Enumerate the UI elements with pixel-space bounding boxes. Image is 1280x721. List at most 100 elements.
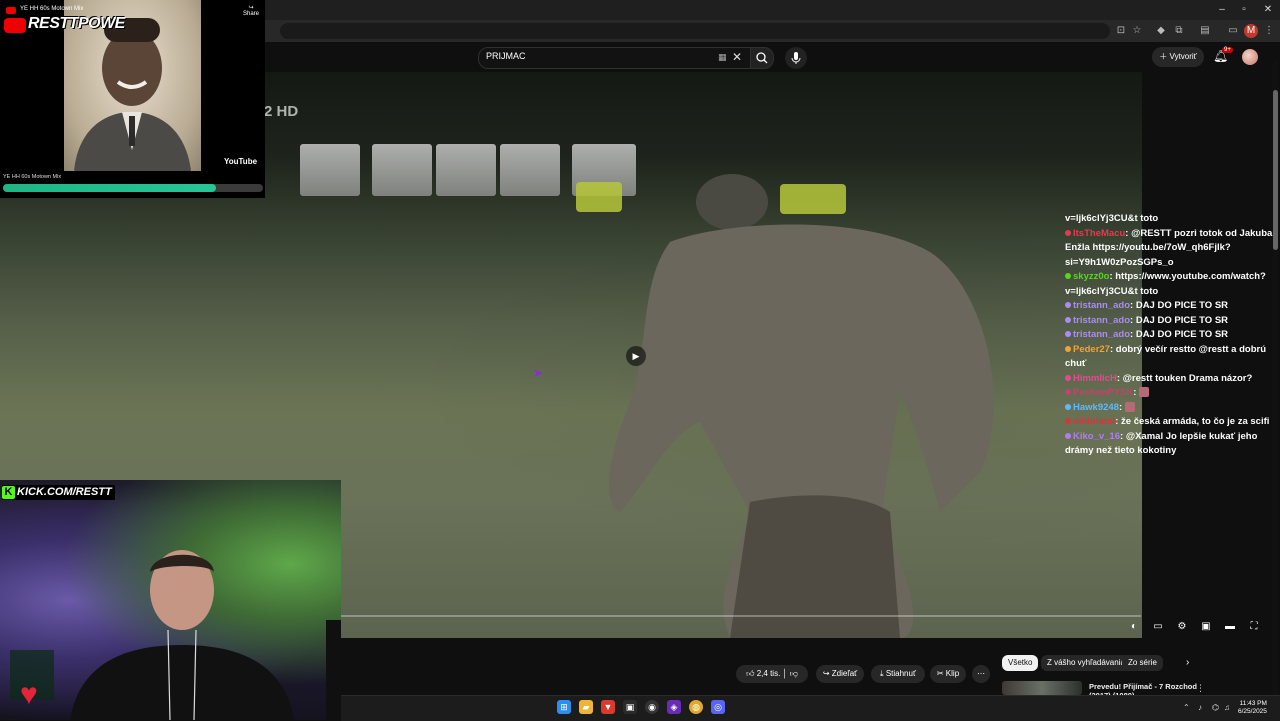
volume-icon[interactable]: ♫ (1224, 703, 1230, 712)
minimize-icon[interactable]: – (1214, 3, 1230, 17)
search-button[interactable] (750, 47, 774, 69)
chat-emote-icon (1139, 387, 1149, 398)
chat-message: tristann_ado: DAJ DO PICE TO SR (1065, 328, 1277, 343)
webcam-overlay (0, 480, 341, 720)
download-label: Stiahnuť (885, 669, 916, 678)
music-share-button[interactable]: ↪ Share (243, 4, 259, 17)
chat-badge-icon (1065, 432, 1071, 439)
chat-badge-icon (1065, 403, 1071, 410)
chat-overlay: v=ljk6clYj3CU&t toto ItsTheMacu: @RESTT p… (1065, 212, 1277, 459)
chat-message: PechnoPYSK: (1065, 386, 1277, 401)
chat-message: tristann_ado: DAJ DO PICE TO SR (1065, 314, 1277, 329)
search-icon (756, 52, 768, 64)
menu-kebab-icon[interactable]: ⋮ (1262, 24, 1276, 38)
chip-from-search[interactable]: Z vášho vyhľadávania (1041, 655, 1131, 671)
music-title: YE HH 60s Motown Mix (20, 6, 84, 12)
share-button[interactable]: ↪ Zdieľať (816, 665, 864, 683)
chat-message: Peder27: dobrý večír restto @restt a dob… (1065, 343, 1277, 372)
more-actions-button[interactable]: ⋯ (972, 665, 990, 683)
chat-text: DAJ DO PICE TO SR (1135, 329, 1229, 340)
chat-username: Hawk9248 (1073, 401, 1119, 413)
obs-icon[interactable]: ◉ (645, 700, 659, 714)
windows-taskbar (341, 695, 1280, 721)
clip-button[interactable]: ✂ Klip (930, 665, 966, 683)
download-button[interactable]: ⤓ Stiahnuť (871, 665, 925, 683)
kick-logo-icon: K (2, 486, 15, 499)
like-count: 2,4 tis. (756, 669, 781, 678)
file-explorer-icon[interactable]: ▰ (579, 700, 593, 714)
chat-username: tristann_ado (1073, 300, 1131, 311)
voice-search-button[interactable] (785, 47, 807, 69)
chat-text: v=ljk6clYj3CU&t toto (1065, 213, 1159, 224)
subtitles-icon[interactable]: ▭ (1150, 620, 1166, 634)
channel-logo-label: RESTTPOWE (28, 15, 125, 32)
play-icon[interactable]: ▶ (626, 346, 646, 366)
channel-watermark: 2 HD (264, 103, 299, 120)
network-icon[interactable]: ⌬ (1212, 703, 1219, 712)
miniplayer-icon[interactable]: ▣ (1198, 620, 1214, 634)
youtube-watermark: YouTube (224, 157, 258, 166)
chat-badge-icon (1065, 374, 1071, 381)
chat-text: DAJ DO PICE TO SR (1135, 314, 1229, 326)
autoplay-toggle[interactable]: ◐ (1126, 620, 1142, 634)
scrollbar-thumb[interactable] (1273, 90, 1278, 250)
chat-text: že česká armáda, to čo je za scifi (1121, 416, 1270, 427)
chat-username: dildoland (1073, 416, 1116, 427)
windows-start-icon[interactable]: ⊞ (557, 700, 571, 714)
settings-gear-icon[interactable]: ⚙ (1174, 620, 1190, 634)
chat-badge-icon (1065, 273, 1071, 280)
app-icon[interactable]: ◈ (667, 700, 681, 714)
taskbar-clock[interactable]: 11:43 PM 6/25/2025 (1238, 700, 1267, 716)
music-share-label: Share (243, 11, 260, 17)
chip-from-series[interactable]: Zo série (1122, 655, 1163, 671)
chrome-icon[interactable]: ◍ (689, 700, 703, 714)
notification-badge: 9+ (1222, 47, 1233, 53)
channel-logo-text: RESTTPOWE (8, 15, 125, 33)
chevron-right-icon[interactable]: › (1186, 657, 1189, 668)
chat-username: Kiko_v_16 (1073, 430, 1121, 442)
fullscreen-icon[interactable]: ⛶ (1246, 620, 1262, 634)
chat-username: tristann_ado (1073, 329, 1131, 340)
chat-message: HimmlicH: @restt touken Drama názor? (1065, 372, 1277, 387)
chat-username: PechnoPYSK (1073, 387, 1134, 398)
chat-badge-icon (1065, 331, 1071, 338)
discord-icon[interactable]: ◎ (711, 700, 725, 714)
create-button[interactable]: ＋ Vytvoriť (1152, 47, 1204, 67)
video-progress-bar[interactable] (341, 615, 1141, 617)
terminal-icon[interactable]: ▣ (623, 700, 637, 714)
heart-icon: ♥ (20, 678, 38, 711)
profile-icon[interactable]: M (1244, 24, 1258, 38)
microphone-tray-icon[interactable]: ♪ (1198, 703, 1202, 712)
avatar[interactable] (1242, 49, 1258, 65)
chat-message: tristann_ado: DAJ DO PICE TO SR (1065, 299, 1277, 314)
like-button[interactable]: 👍︎ 2,4 tis. │ 👎︎ (736, 665, 808, 683)
recommended-thumbnail[interactable] (1002, 681, 1082, 695)
chat-badge-icon (1065, 316, 1071, 323)
chat-message: Hawk9248: (1065, 401, 1277, 416)
puzzle-icon[interactable]: ⧉ (1172, 24, 1186, 38)
sidebar-icon[interactable]: ▭ (1226, 24, 1240, 38)
kick-url: KICK.COM/RESTT (17, 486, 112, 498)
share-label: Zdieľať (831, 669, 858, 678)
tray-chevron-icon[interactable]: ⌃ (1183, 703, 1190, 712)
install-icon[interactable]: ⊡ (1114, 24, 1128, 38)
chat-message: dildoland: že česká armáda, to čo je za … (1065, 415, 1277, 430)
music-subtitle: YE HH 60s Motown Mix (3, 174, 62, 180)
maximize-icon[interactable]: ▫ (1236, 3, 1252, 17)
riot-shield (372, 144, 432, 196)
media-icon[interactable]: ▤ (1198, 24, 1212, 38)
chat-badge-icon (1065, 229, 1071, 236)
bookmark-star-icon[interactable]: ☆ (1130, 24, 1144, 38)
chat-username: ItsTheMacu (1073, 227, 1126, 239)
keyboard-icon[interactable]: ▦ (718, 52, 727, 63)
music-progress-fill (3, 184, 217, 192)
chip-all[interactable]: Všetko (1002, 655, 1039, 671)
brave-browser-icon[interactable]: ▼ (601, 700, 615, 714)
extension-icon[interactable]: ◆ (1154, 24, 1168, 38)
recommended-menu-icon[interactable]: ⋮ (1196, 683, 1205, 694)
address-bar[interactable] (280, 23, 1110, 39)
theater-mode-icon[interactable]: ▬ (1222, 620, 1238, 634)
clear-search-icon[interactable]: ✕ (732, 50, 742, 64)
chat-username: skyzz0o (1073, 271, 1110, 282)
close-window-icon[interactable]: ✕ (1260, 3, 1276, 17)
